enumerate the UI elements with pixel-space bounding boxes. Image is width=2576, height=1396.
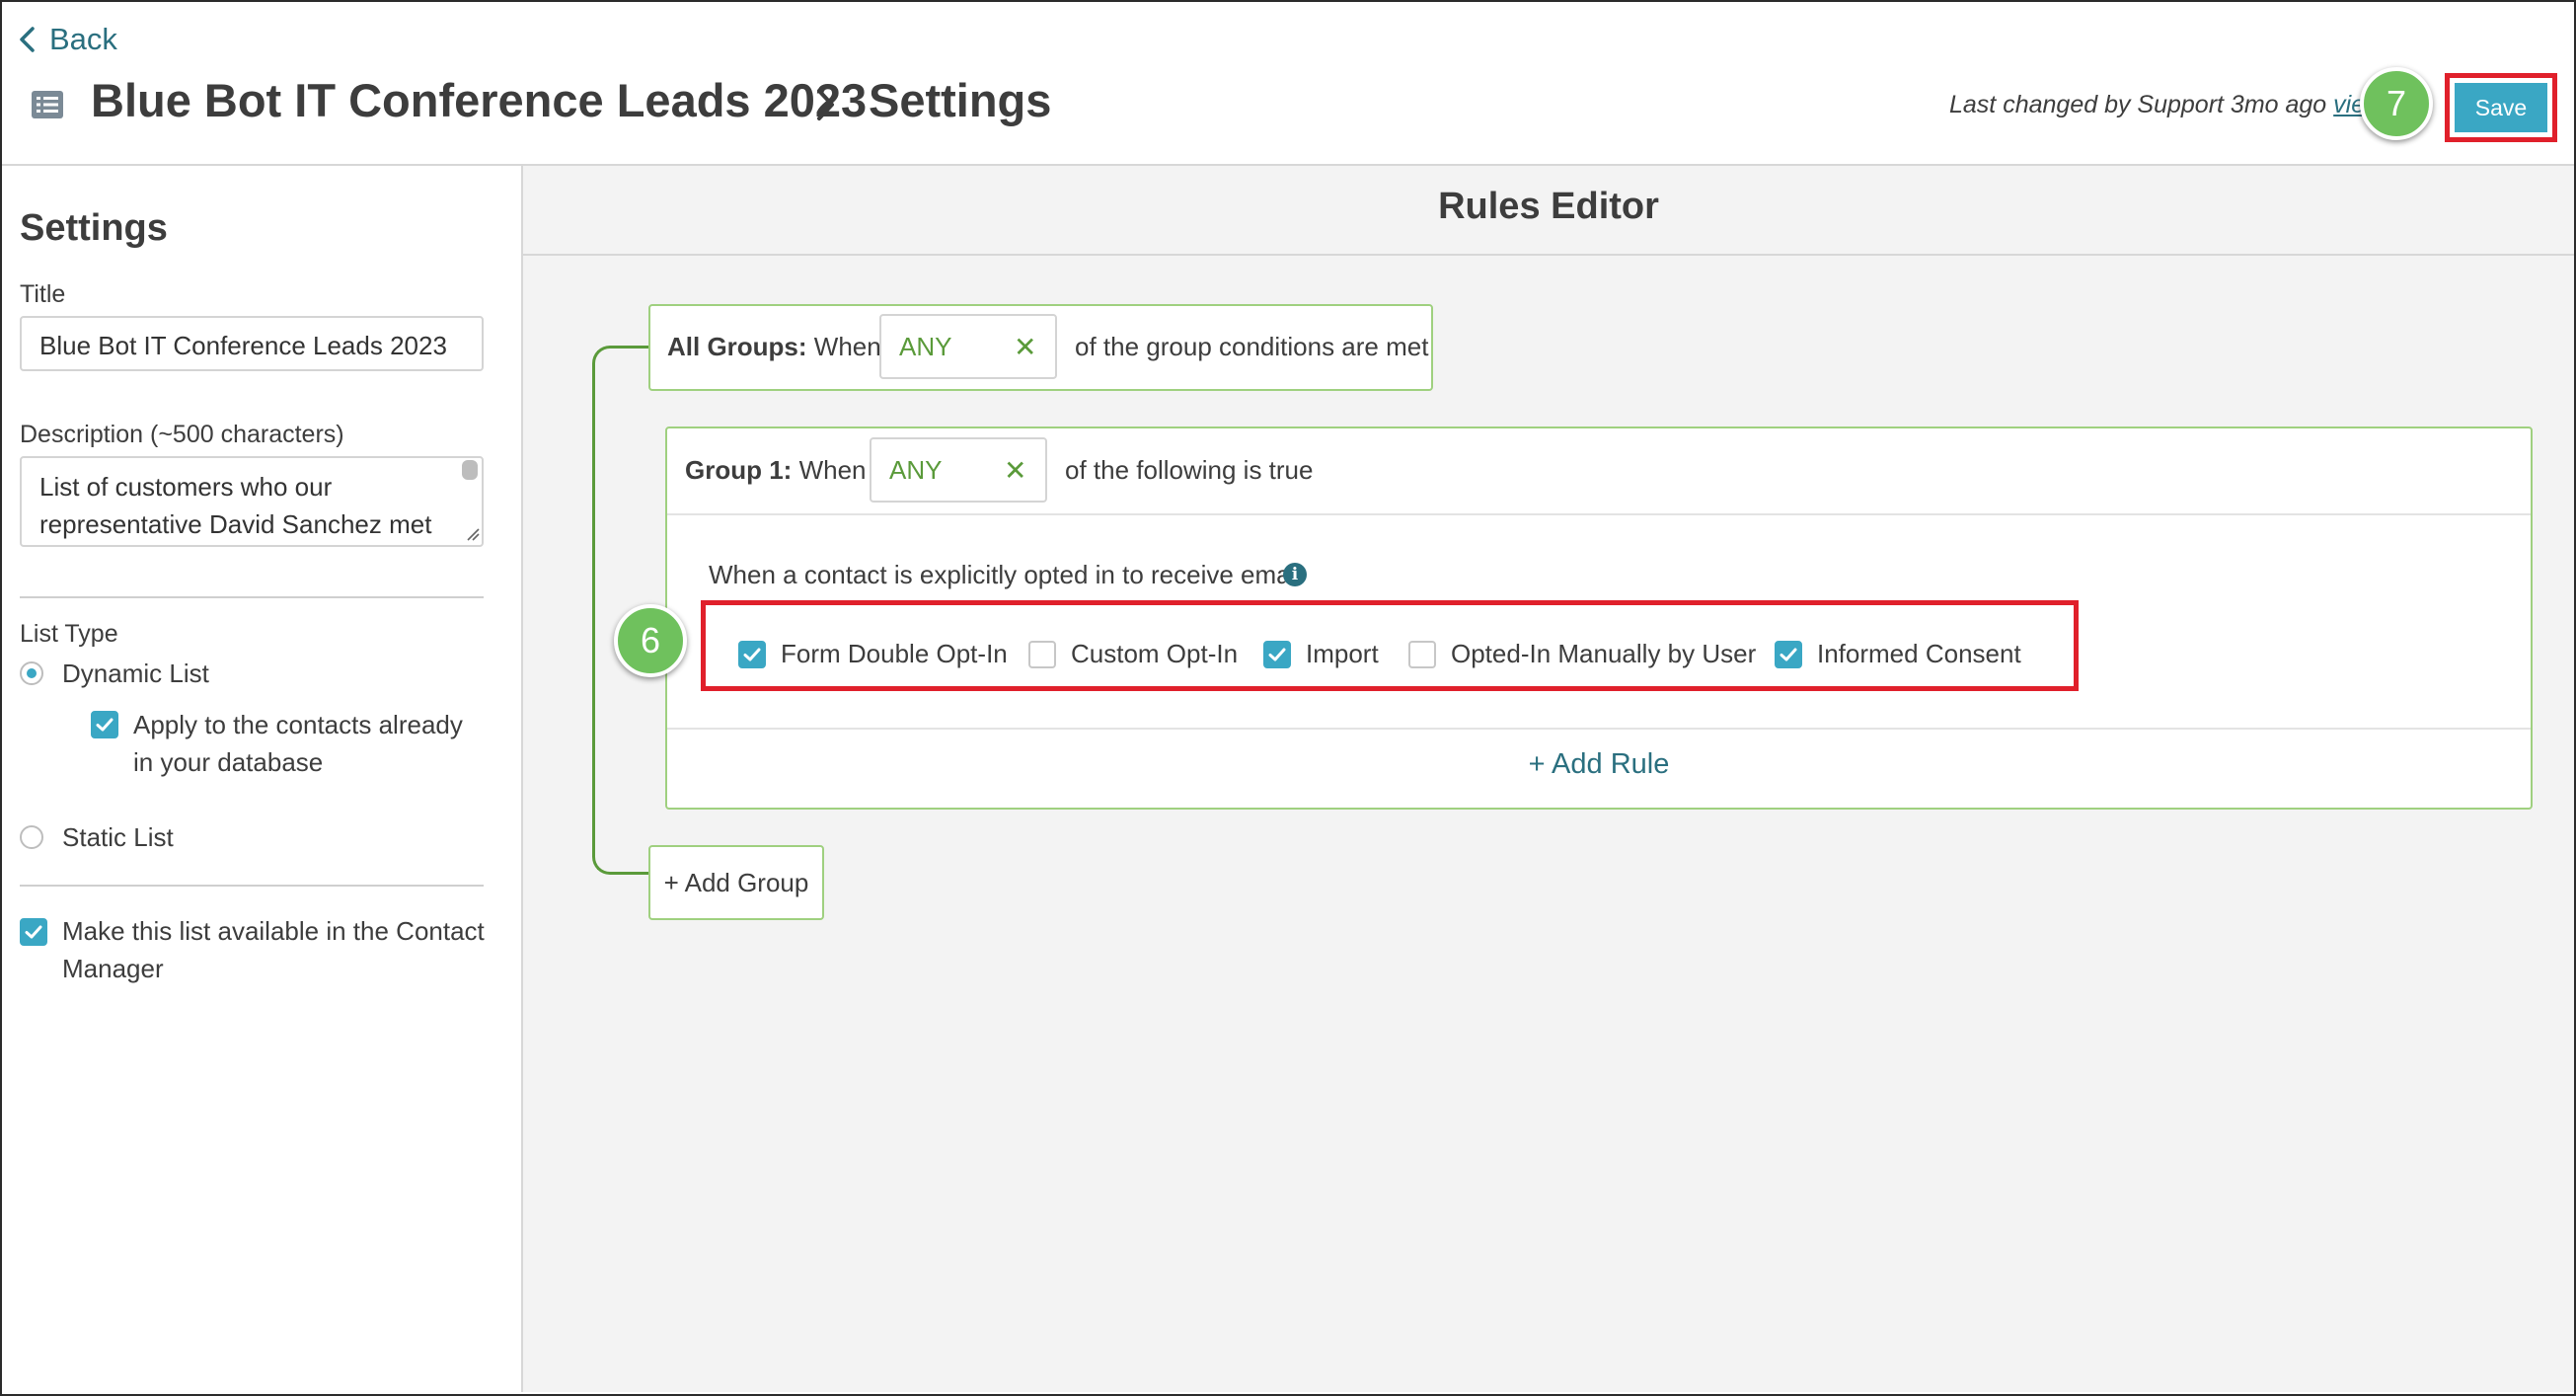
contact-manager-label: Make this list available in the Contact … <box>62 912 485 987</box>
breadcrumb-chevron-icon <box>817 89 834 120</box>
page-title: Blue Bot IT Conference Leads 2023 <box>91 74 868 126</box>
add-group-button[interactable]: + Add Group <box>648 845 824 920</box>
all-groups-label-bold: All Groups: <box>667 332 807 361</box>
step-marker-7: 7 <box>2360 67 2433 140</box>
sidebar-divider <box>20 596 484 598</box>
static-list-label: Static List <box>62 822 174 852</box>
title-label: Title <box>20 280 66 308</box>
group-1-label-bold: Group 1: <box>685 455 793 485</box>
checkmark-icon <box>96 718 114 732</box>
all-groups-match-value: ANY <box>899 332 952 361</box>
resize-grip-icon[interactable] <box>466 527 480 541</box>
static-list-radio[interactable] <box>20 825 43 849</box>
contact-manager-line: Make this list available in the Contact <box>62 916 485 946</box>
group-1-match-value: ANY <box>889 455 943 485</box>
add-rule-button[interactable]: + Add Rule <box>665 748 2533 781</box>
contact-manager-line: Manager <box>62 954 164 983</box>
description-line: representative David Sanchez met <box>39 509 432 539</box>
dynamic-list-radio[interactable] <box>20 661 43 685</box>
save-button[interactable]: Save <box>2455 83 2547 132</box>
chevron-left-icon <box>20 27 35 52</box>
all-groups-suffix: of the group conditions are met <box>1075 332 1429 361</box>
last-changed-text: Last changed by Support 3mo ago <box>1949 91 2334 118</box>
step-marker-6: 6 <box>614 604 687 677</box>
contact-manager-checkbox[interactable] <box>20 918 47 946</box>
apply-existing-label: Apply to the contacts already in your da… <box>133 706 463 781</box>
apply-existing-line: Apply to the contacts already <box>133 710 463 739</box>
optin-highlight-box <box>701 600 2079 691</box>
clear-icon[interactable]: ✕ <box>1014 331 1036 363</box>
rule-description: When a contact is explicitly opted in to… <box>709 560 1303 589</box>
all-groups-label: All Groups: When <box>667 332 881 362</box>
checkmark-icon <box>25 925 42 939</box>
info-icon[interactable]: i <box>1283 563 1307 586</box>
group-1-divider <box>667 513 2531 515</box>
back-link[interactable]: Back <box>18 22 117 57</box>
description-scrollbar[interactable] <box>462 460 478 480</box>
sidebar-divider <box>20 885 484 887</box>
list-icon <box>32 91 63 118</box>
rules-editor-title: Rules Editor <box>1438 186 1659 227</box>
clear-icon[interactable]: ✕ <box>1004 454 1026 487</box>
group-1-label-when: When <box>792 455 867 485</box>
last-changed-info: Last changed by Support 3mo ago view h <box>1949 91 2403 119</box>
description-textarea[interactable]: List of customers who our representative… <box>20 456 484 547</box>
group-1-suffix: of the following is true <box>1065 455 1314 485</box>
list-type-label: List Type <box>20 620 118 648</box>
description-label: Description (~500 characters) <box>20 421 344 448</box>
rules-editor-divider <box>523 254 2574 256</box>
dynamic-list-label: Dynamic List <box>62 659 209 688</box>
all-groups-label-when: When <box>806 332 881 361</box>
group-1-divider <box>667 728 2531 730</box>
breadcrumb-current: Settings <box>869 74 1052 126</box>
back-label: Back <box>49 22 117 56</box>
apply-existing-line: in your database <box>133 747 324 777</box>
apply-existing-checkbox[interactable] <box>91 711 118 738</box>
sidebar-heading: Settings <box>20 207 168 249</box>
title-input[interactable]: Blue Bot IT Conference Leads 2023 <box>20 316 484 371</box>
group-1-label: Group 1: When <box>685 455 867 486</box>
description-line: List of customers who our <box>39 472 333 502</box>
